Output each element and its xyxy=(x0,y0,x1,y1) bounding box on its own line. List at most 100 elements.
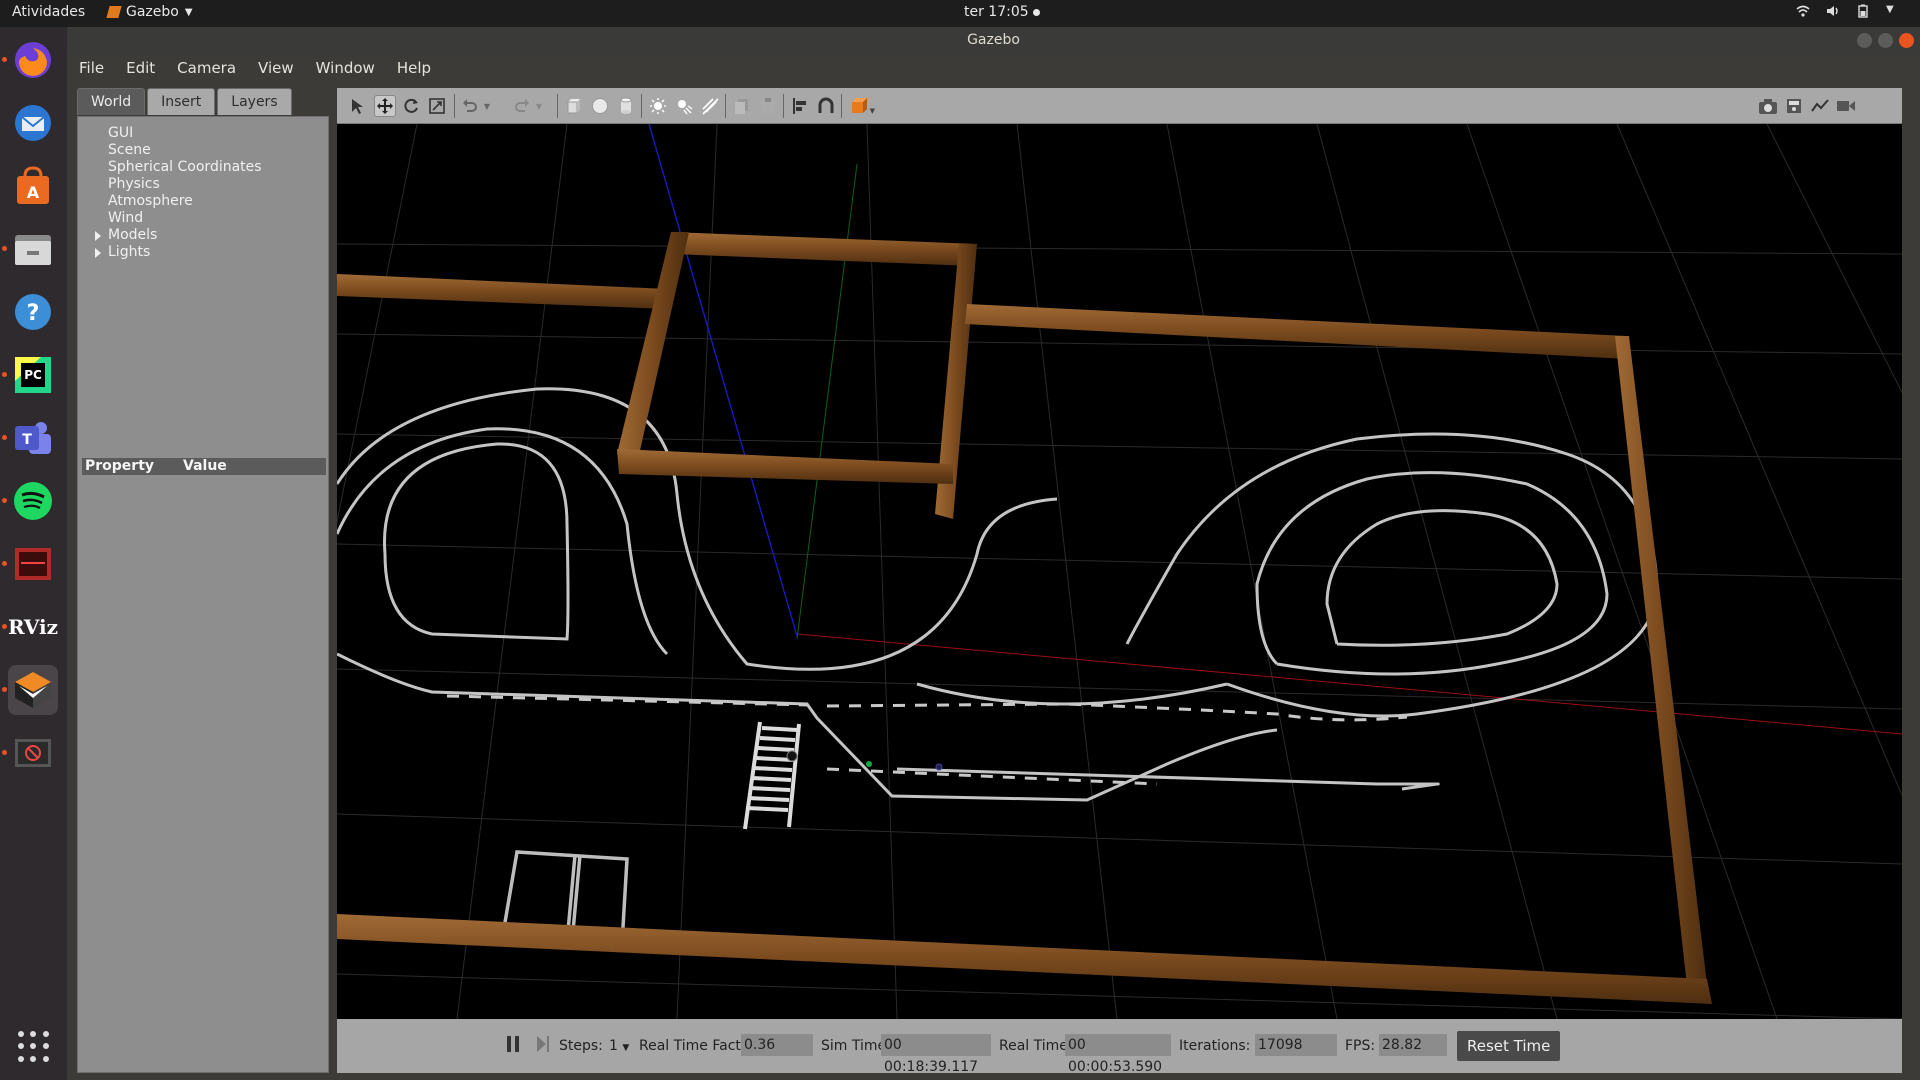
thunderbird-icon xyxy=(15,105,51,141)
redo-history-chevron-icon[interactable]: ▼ xyxy=(533,95,545,117)
tree-item-atmosphere[interactable]: Atmosphere xyxy=(78,193,328,210)
viewport-toolbar: ▼ ▼ ▼ xyxy=(337,88,1902,124)
redo-icon[interactable] xyxy=(511,95,533,117)
toolbar-separator xyxy=(454,94,455,118)
step-icon[interactable] xyxy=(535,1034,551,1058)
robot-model[interactable] xyxy=(786,750,798,762)
dock-rviz[interactable]: RViz xyxy=(2,602,58,652)
tree-item-scene[interactable]: Scene xyxy=(78,142,328,159)
undo-history-chevron-icon[interactable]: ▼ xyxy=(481,95,493,117)
translate-mode-icon[interactable] xyxy=(374,95,396,117)
chevron-down-icon[interactable]: ▼ xyxy=(622,1043,629,1053)
show-applications-button[interactable] xyxy=(18,1031,50,1063)
running-indicator xyxy=(2,498,7,503)
tab-world[interactable]: World xyxy=(77,88,146,115)
running-indicator xyxy=(2,561,7,566)
pycharm-icon: PC xyxy=(15,357,51,393)
menu-view[interactable]: View xyxy=(258,59,294,77)
dock-spotify[interactable] xyxy=(2,476,58,526)
screenshot-camera-icon[interactable] xyxy=(1757,95,1779,117)
menu-edit[interactable]: Edit xyxy=(126,59,155,77)
dock-help[interactable]: ? xyxy=(8,287,58,337)
minimize-icon[interactable] xyxy=(1857,33,1872,48)
toolbar-separator xyxy=(725,94,726,118)
menu-window[interactable]: Window xyxy=(316,59,375,77)
log-data-icon[interactable] xyxy=(1783,95,1805,117)
tree-item-lights-label: Lights xyxy=(108,244,151,260)
activities-button[interactable]: Atividades xyxy=(12,4,85,20)
running-indicator xyxy=(2,687,7,692)
paste-icon[interactable] xyxy=(757,95,779,117)
copy-icon[interactable] xyxy=(731,95,753,117)
svg-text:PC: PC xyxy=(24,368,42,382)
app-menu[interactable]: Gazebo ▼ xyxy=(106,4,193,20)
tree-item-wind[interactable]: Wind xyxy=(78,210,328,227)
toolbar-separator xyxy=(641,94,642,118)
video-record-icon[interactable] xyxy=(1835,95,1857,117)
menu-file[interactable]: File xyxy=(79,59,104,77)
y-axis-line xyxy=(796,163,858,640)
tree-item-gui[interactable]: GUI xyxy=(78,125,328,142)
menu-help[interactable]: Help xyxy=(397,59,431,77)
select-mode-icon[interactable] xyxy=(347,95,369,117)
box-shape-icon[interactable] xyxy=(563,95,585,117)
terminal-app-icon xyxy=(15,548,51,580)
tree-item-spherical-coordinates[interactable]: Spherical Coordinates xyxy=(78,159,328,176)
snap-magnet-icon[interactable] xyxy=(815,95,837,117)
reset-time-button[interactable]: Reset Time xyxy=(1457,1031,1561,1061)
rtf-value: 0.36 xyxy=(741,1034,813,1056)
dock-software[interactable]: A xyxy=(8,161,58,211)
pause-icon[interactable] xyxy=(505,1034,521,1058)
dock-pycharm[interactable]: PC xyxy=(2,350,58,400)
dock-thunderbird[interactable] xyxy=(8,98,58,148)
robot-sensor-marker[interactable] xyxy=(935,763,943,771)
steps-spinbox[interactable]: 1 ▼ xyxy=(609,1038,629,1054)
spot-light-icon[interactable] xyxy=(673,95,695,117)
align-icon[interactable] xyxy=(789,95,811,117)
expand-arrow-icon[interactable] xyxy=(95,231,101,241)
dock-blocker-app[interactable] xyxy=(2,728,58,778)
steps-value: 1 xyxy=(609,1038,618,1054)
point-light-icon[interactable] xyxy=(647,95,669,117)
menu-camera[interactable]: Camera xyxy=(177,59,236,77)
dock-terminal-app[interactable] xyxy=(2,539,58,589)
window-title-bar[interactable]: Gazebo xyxy=(67,27,1920,54)
clock[interactable]: ter 17:05 xyxy=(964,4,1040,20)
rotate-mode-icon[interactable] xyxy=(400,95,422,117)
dock-gazebo[interactable] xyxy=(2,665,58,715)
sim-time-value: 00 00:18:39.117 xyxy=(881,1034,991,1075)
expand-arrow-icon[interactable] xyxy=(95,248,101,258)
scale-mode-icon[interactable] xyxy=(426,95,448,117)
directional-light-icon[interactable] xyxy=(699,95,721,117)
undo-icon[interactable] xyxy=(459,95,481,117)
3d-scene[interactable] xyxy=(337,124,1902,1019)
real-time-value: 00 00:00:53.590 xyxy=(1065,1034,1171,1075)
dock-firefox[interactable] xyxy=(2,35,58,85)
volume-icon xyxy=(1826,4,1840,18)
simulation-status-bar: Steps: 1 ▼ Real Time Factor: 0.36 Sim Ti… xyxy=(337,1019,1902,1075)
maximize-icon[interactable] xyxy=(1878,33,1893,48)
tree-item-models[interactable]: Models xyxy=(78,227,328,244)
dock-teams[interactable]: T xyxy=(2,413,58,463)
notification-dot xyxy=(1032,8,1040,16)
cylinder-shape-icon[interactable] xyxy=(615,95,637,117)
tab-layers[interactable]: Layers xyxy=(217,88,292,115)
window-title: Gazebo xyxy=(967,32,1020,48)
iterations-label: Iterations: xyxy=(1179,1038,1251,1054)
clock-label: ter 17:05 xyxy=(964,4,1029,20)
tree-item-physics[interactable]: Physics xyxy=(78,176,328,193)
view-angle-icon[interactable]: ▼ xyxy=(847,95,875,117)
x-axis-line xyxy=(796,633,1902,735)
sphere-shape-icon[interactable] xyxy=(589,95,611,117)
plot-icon[interactable] xyxy=(1809,95,1831,117)
system-tray[interactable]: ▼ xyxy=(1796,4,1900,18)
battery-icon xyxy=(1856,4,1870,18)
close-icon[interactable] xyxy=(1899,33,1914,48)
value-column-header: Value xyxy=(183,458,227,474)
dock-files[interactable] xyxy=(2,224,58,274)
robot-sensor-marker[interactable] xyxy=(866,761,872,767)
tree-item-lights[interactable]: Lights xyxy=(78,244,328,261)
tab-insert[interactable]: Insert xyxy=(147,88,216,115)
world-panel: GUI Scene Spherical Coordinates Physics … xyxy=(77,116,329,1073)
gazebo-small-icon xyxy=(106,6,122,18)
